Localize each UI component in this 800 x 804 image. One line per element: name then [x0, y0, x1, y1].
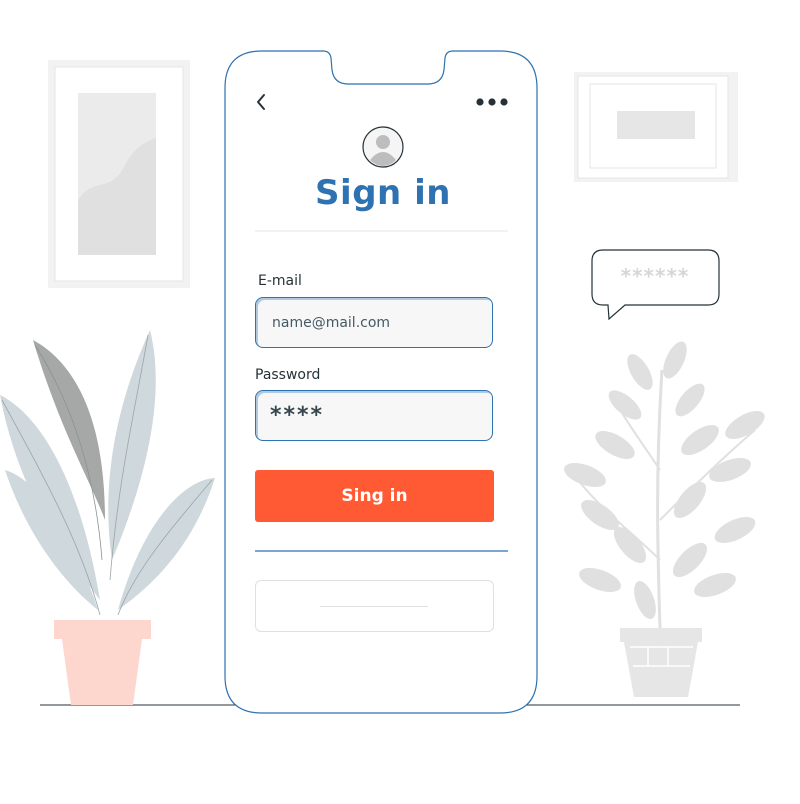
avatar	[362, 126, 404, 168]
page-title: Sign in	[315, 173, 451, 213]
more-options-button[interactable]	[470, 90, 514, 114]
placeholder-line	[320, 606, 428, 607]
sign-in-button[interactable]: Sing in	[255, 470, 494, 522]
more-horizontal-icon	[476, 98, 508, 106]
user-avatar-icon	[362, 126, 404, 168]
back-button[interactable]	[250, 88, 274, 116]
phone-mockup: Sign in E-mail name@mail.com Password **…	[0, 0, 800, 800]
secondary-button-placeholder[interactable]	[255, 580, 494, 632]
password-label: Password	[255, 367, 321, 383]
email-field[interactable]: name@mail.com	[255, 297, 493, 348]
email-label: E-mail	[258, 273, 302, 289]
bubble-password-mask: ******	[620, 264, 690, 288]
password-field[interactable]: ****	[255, 390, 493, 441]
chevron-left-icon	[257, 94, 265, 110]
